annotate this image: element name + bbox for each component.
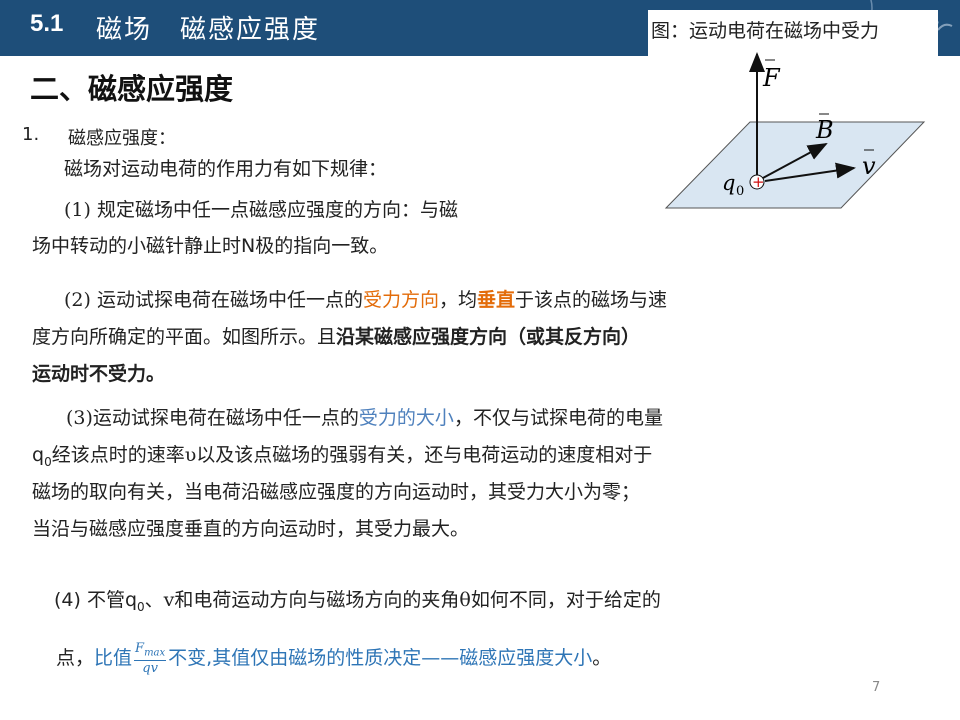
magnetic-plane [664,121,926,209]
rule-2-line-3: 运动时不受力。 [32,363,166,385]
rule-2-line-1: (2) 运动试探电荷在磁场中任一点的受力方向，均垂直于该点的磁场与速 [64,289,668,311]
rule-3-line-1: (3)运动试探电荷在磁场中任一点的受力的大小，不仅与试探电荷的电量 [66,407,663,429]
rule-3-line-4: 当沿与磁感应强度垂直的方向运动时，其受力最大。 [32,518,470,540]
rule-1-line-1: (1) 规定磁场中任一点磁感应强度的方向：与磁 [64,199,458,221]
rule-3-line-3: 磁场的取向有关，当电荷沿磁感应强度的方向运动时，其受力大小为零； [32,481,641,503]
plus-icon: + [752,173,765,191]
slide-title: 磁场 磁感应强度 [96,15,321,45]
label-q-sub: 0 [736,184,744,199]
rule-4-line-2: 点，比值 Fmax qv 不变,其值仅由磁场的性质决定——磁感应强度大小。 [56,640,612,677]
ratio-fraction: Fmax qv [134,640,167,677]
force-diagram: + F B v q 0 [664,52,926,209]
highlight-force-direction: 受力方向 [362,289,439,311]
rule-2-line-2: 度方向所确定的平面。如图所示。且沿某磁感应强度方向（或其反方向） [32,326,641,348]
highlight-perpendicular: 垂直 [477,289,516,311]
item-label: 磁感应强度： [68,128,176,149]
figure-panel: 图：运动电荷在磁场中受力 + F B v q 0 [648,10,938,220]
rule-3-line-2: q0经该点时的速率υ以及该点磁场的强弱有关，还与电荷运动的速度相对于 [32,444,653,469]
intro-text: 磁场对运动电荷的作用力有如下规律： [64,158,388,180]
label-B: B [815,116,834,144]
page-number: 7 [872,680,881,695]
rule-4-line-1: (4) 不管q0、v和电荷运动方向与磁场方向的夹角θ如何不同，对于给定的 [54,589,661,614]
label-q: q [722,171,735,195]
section-number: 5.1 [30,10,64,37]
label-F: F [762,64,781,92]
rule-1-line-2: 场中转动的小磁针静止时N极的指向一致。 [32,235,389,257]
section-heading: 二、磁感应强度 [30,72,234,106]
highlight-force-magnitude: 受力的大小 [358,407,454,429]
item-number: 1. [22,124,40,145]
label-v: v [862,152,876,180]
